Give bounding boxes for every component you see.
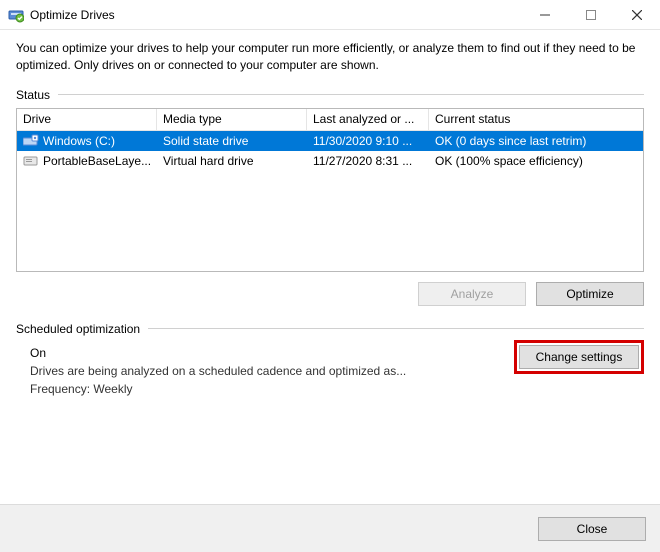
optimize-button[interactable]: Optimize xyxy=(536,282,644,306)
drive-icon xyxy=(23,134,39,148)
frequency-value: Weekly xyxy=(93,382,132,396)
drive-name: PortableBaseLaye... xyxy=(43,154,151,168)
scheduled-section-header: Scheduled optimization xyxy=(16,322,644,336)
dialog-footer: Close xyxy=(0,504,660,552)
column-current-status[interactable]: Current status xyxy=(429,109,643,130)
drives-list: Drive Media type Last analyzed or ... Cu… xyxy=(16,108,644,272)
title-bar: Optimize Drives xyxy=(0,0,660,30)
column-media-type[interactable]: Media type xyxy=(157,109,307,130)
status-section-header: Status xyxy=(16,88,644,102)
close-button[interactable] xyxy=(614,0,660,30)
maximize-button[interactable] xyxy=(568,0,614,30)
schedule-frequency: Frequency: Weekly xyxy=(30,382,644,396)
minimize-button[interactable] xyxy=(522,0,568,30)
table-row[interactable]: Windows (C:) Solid state drive 11/30/202… xyxy=(17,131,643,151)
close-dialog-button[interactable]: Close xyxy=(538,517,646,541)
status-label: Status xyxy=(16,88,50,102)
current-status: OK (0 days since last retrim) xyxy=(429,134,643,148)
divider xyxy=(58,94,644,95)
analyze-button[interactable]: Analyze xyxy=(418,282,526,306)
table-row[interactable]: PortableBaseLaye... Virtual hard drive 1… xyxy=(17,151,643,171)
app-icon xyxy=(8,7,24,23)
description-text: You can optimize your drives to help you… xyxy=(16,40,644,74)
change-settings-button[interactable]: Change settings xyxy=(519,345,639,369)
highlight-frame: Change settings xyxy=(514,340,644,374)
last-analyzed: 11/30/2020 9:10 ... xyxy=(307,134,429,148)
scheduled-label: Scheduled optimization xyxy=(16,322,140,336)
media-type: Virtual hard drive xyxy=(157,154,307,168)
drive-name: Windows (C:) xyxy=(43,134,115,148)
last-analyzed: 11/27/2020 8:31 ... xyxy=(307,154,429,168)
frequency-label: Frequency: xyxy=(30,382,90,396)
column-last-analyzed[interactable]: Last analyzed or ... xyxy=(307,109,429,130)
divider xyxy=(148,328,644,329)
current-status: OK (100% space efficiency) xyxy=(429,154,643,168)
column-drive[interactable]: Drive xyxy=(17,109,157,130)
window-title: Optimize Drives xyxy=(30,8,115,22)
media-type: Solid state drive xyxy=(157,134,307,148)
drives-list-header: Drive Media type Last analyzed or ... Cu… xyxy=(17,109,643,131)
drive-icon xyxy=(23,154,39,168)
